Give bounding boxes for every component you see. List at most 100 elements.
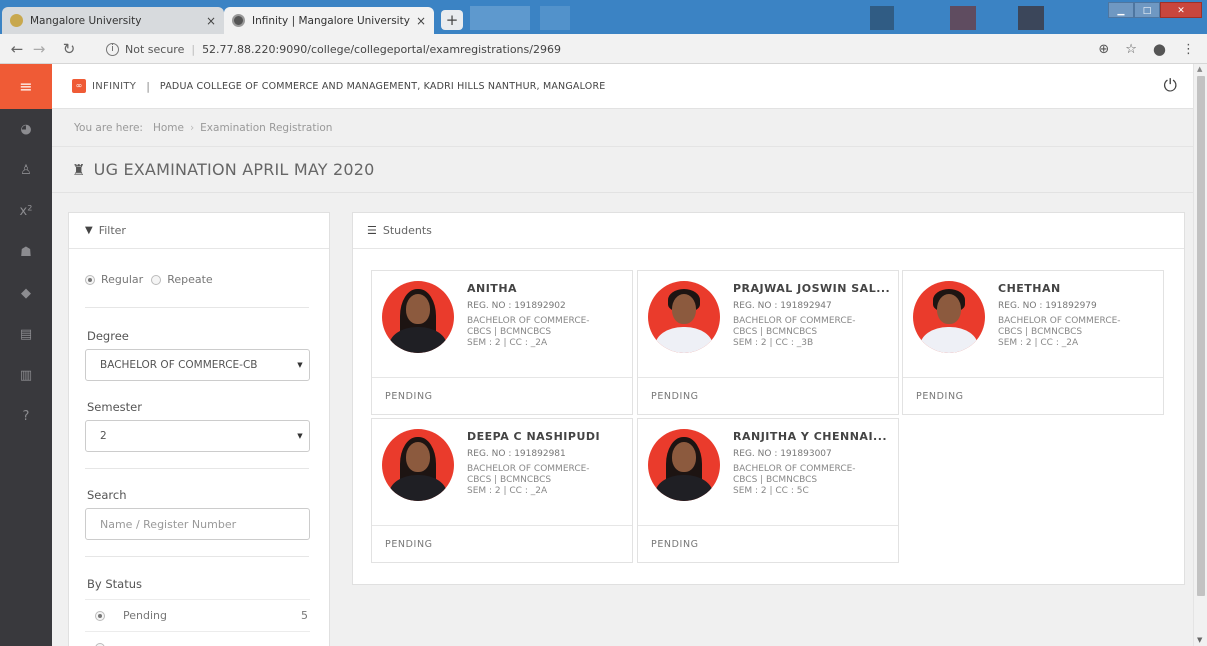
list-icon: ☰ (367, 224, 377, 237)
browser-tab-mangalore-university[interactable]: Mangalore University × (2, 7, 224, 34)
formula-icon[interactable]: x² (0, 191, 52, 232)
degree-selected-value: BACHELOR OF COMMERCE-CB (100, 359, 258, 371)
repeate-radio[interactable] (151, 274, 162, 285)
student-card[interactable]: ANITHA REG. NO : 191892902 BACHELOR OF C… (371, 270, 633, 415)
status-count: 5 (301, 609, 308, 622)
status-radio[interactable] (95, 642, 105, 646)
student-card[interactable]: RANJITHA Y CHENNAI... REG. NO : 19189300… (637, 418, 899, 563)
forward-arrow-icon[interactable]: → (28, 40, 50, 58)
photo-face (672, 294, 696, 324)
scroll-up-icon[interactable]: ▲ (1197, 65, 1202, 73)
profile-avatar-icon[interactable]: ● (1153, 40, 1166, 58)
divider (85, 307, 309, 308)
photo-body (655, 475, 713, 501)
student-photo (382, 429, 454, 501)
registration-status: PENDING (903, 377, 1163, 415)
registration-status: PENDING (372, 525, 632, 563)
page-title: UG EXAMINATION APRIL MAY 2020 (93, 160, 375, 179)
browser-tab-infinity[interactable]: Infinity | Mangalore University × (224, 7, 434, 34)
browser-toolbar: ← → ↻ i Not secure | 52.77.88.220:9090/c… (0, 34, 1207, 64)
degree-select[interactable]: BACHELOR OF COMMERCE-CB ▼ (85, 349, 310, 381)
regular-radio[interactable] (85, 274, 95, 285)
maximize-window-button[interactable]: □ (1134, 2, 1160, 18)
registration-status: PENDING (638, 377, 898, 415)
reload-icon[interactable]: ↻ (58, 40, 80, 58)
photo-body (389, 475, 447, 501)
degree-line: CBCS | BCMNCBCS (998, 327, 1083, 337)
student-card[interactable]: PRAJWAL JOSWIN SAL... REG. NO : 19189294… (637, 270, 899, 415)
dropdown-caret-icon: ▼ (297, 432, 303, 440)
student-name: CHETHAN (998, 282, 1061, 295)
status-filter-pending[interactable]: Pending 5 (85, 599, 310, 631)
student-name: RANJITHA Y CHENNAI... (733, 430, 888, 443)
document-icon[interactable]: ▤ (0, 314, 52, 355)
minimize-window-button[interactable]: ▁ (1108, 2, 1134, 18)
search-label: Search (87, 488, 127, 502)
bookmark-star-icon[interactable]: ☆ (1125, 42, 1137, 57)
student-info: RANJITHA Y CHENNAI... REG. NO : 19189300… (733, 430, 893, 497)
close-tab-icon[interactable]: × (416, 14, 426, 28)
tag-icon[interactable]: ◆ (0, 273, 52, 314)
back-arrow-icon[interactable]: ← (6, 40, 28, 58)
breadcrumb-home-link[interactable]: Home (153, 122, 184, 134)
student-semester: SEM : 2 | CC : _2A (998, 338, 1079, 348)
dashboard-icon[interactable]: ◕ (0, 109, 52, 150)
organization-icon[interactable]: ♙ (0, 150, 52, 191)
student-semester: SEM : 2 | CC : _2A (467, 338, 548, 348)
degree-line: CBCS | BCMNCBCS (733, 327, 818, 337)
address-separator: | (191, 42, 196, 56)
url-text[interactable]: 52.77.88.220:9090/college/collegeportal/… (202, 43, 561, 56)
desktop-background (950, 6, 976, 30)
student-info: PRAJWAL JOSWIN SAL... REG. NO : 19189294… (733, 282, 893, 349)
photo-body (920, 327, 978, 353)
hamburger-menu-icon[interactable]: ≡ (0, 64, 52, 109)
semester-select[interactable]: 2 ▼ (85, 420, 310, 452)
repeate-radio-label[interactable]: Repeate (167, 273, 213, 286)
power-icon[interactable]: ⏻ (1164, 76, 1177, 96)
globe-favicon-icon (232, 14, 245, 27)
scrollbar-thumb[interactable] (1197, 76, 1205, 596)
pending-radio[interactable] (95, 610, 105, 621)
semester-selected-value: 2 (100, 430, 107, 442)
student-degree: BACHELOR OF COMMERCE- CBCS | BCMNCBCS SE… (733, 316, 893, 349)
close-window-button[interactable]: ✕ (1160, 2, 1202, 18)
desktop-background (470, 6, 530, 30)
help-icon[interactable]: ? (0, 396, 52, 437)
student-card[interactable]: CHETHAN REG. NO : 191892979 BACHELOR OF … (902, 270, 1164, 415)
bar-chart-icon[interactable]: ▥ (0, 355, 52, 396)
new-tab-button[interactable]: + (441, 10, 463, 30)
registration-type-radio-group: Regular Repeate (85, 273, 221, 286)
page-scrollbar[interactable]: ▲ ▼ (1193, 64, 1207, 646)
info-icon[interactable]: i (106, 42, 119, 56)
university-favicon-icon (10, 14, 23, 27)
desktop-background (870, 6, 894, 30)
photo-face (937, 294, 961, 324)
search-input[interactable] (85, 508, 310, 540)
regular-radio-label[interactable]: Regular (101, 273, 143, 286)
student-semester: SEM : 2 | CC : _2A (467, 486, 548, 496)
close-tab-icon[interactable]: × (206, 14, 216, 28)
breadcrumb-chevron-icon: › (189, 121, 195, 134)
filter-heading: Filter (98, 224, 126, 237)
degree-line: BACHELOR OF COMMERCE- (733, 316, 856, 326)
student-photo (913, 281, 985, 353)
infinity-logo-icon: ∞ (72, 79, 86, 93)
breadcrumb: You are here: Home › Examination Registr… (52, 109, 1193, 147)
degree-line: CBCS | BCMNCBCS (467, 475, 552, 485)
photo-face (406, 442, 430, 472)
status-label: By Status (87, 577, 142, 591)
student-info: CHETHAN REG. NO : 191892979 BACHELOR OF … (998, 282, 1158, 349)
status-filter-row[interactable] (85, 631, 310, 646)
browser-tab-strip: Mangalore University × Infinity | Mangal… (0, 0, 1207, 34)
student-card[interactable]: DEEPA C NASHIPUDI REG. NO : 191892981 BA… (371, 418, 633, 563)
zoom-icon[interactable]: ⊕ (1098, 42, 1109, 57)
browser-menu-icon[interactable]: ⋮ (1182, 42, 1195, 57)
student-degree: BACHELOR OF COMMERCE- CBCS | BCMNCBCS SE… (467, 464, 627, 497)
scroll-down-icon[interactable]: ▼ (1197, 636, 1202, 644)
address-bar[interactable]: i Not secure | 52.77.88.220:9090/college… (106, 39, 561, 59)
tab-title: Infinity | Mangalore University (252, 14, 410, 27)
users-icon[interactable]: ☗ (0, 232, 52, 273)
student-reg-no: REG. NO : 191892902 (467, 301, 566, 311)
desktop-background (1018, 6, 1044, 30)
photo-face (672, 442, 696, 472)
